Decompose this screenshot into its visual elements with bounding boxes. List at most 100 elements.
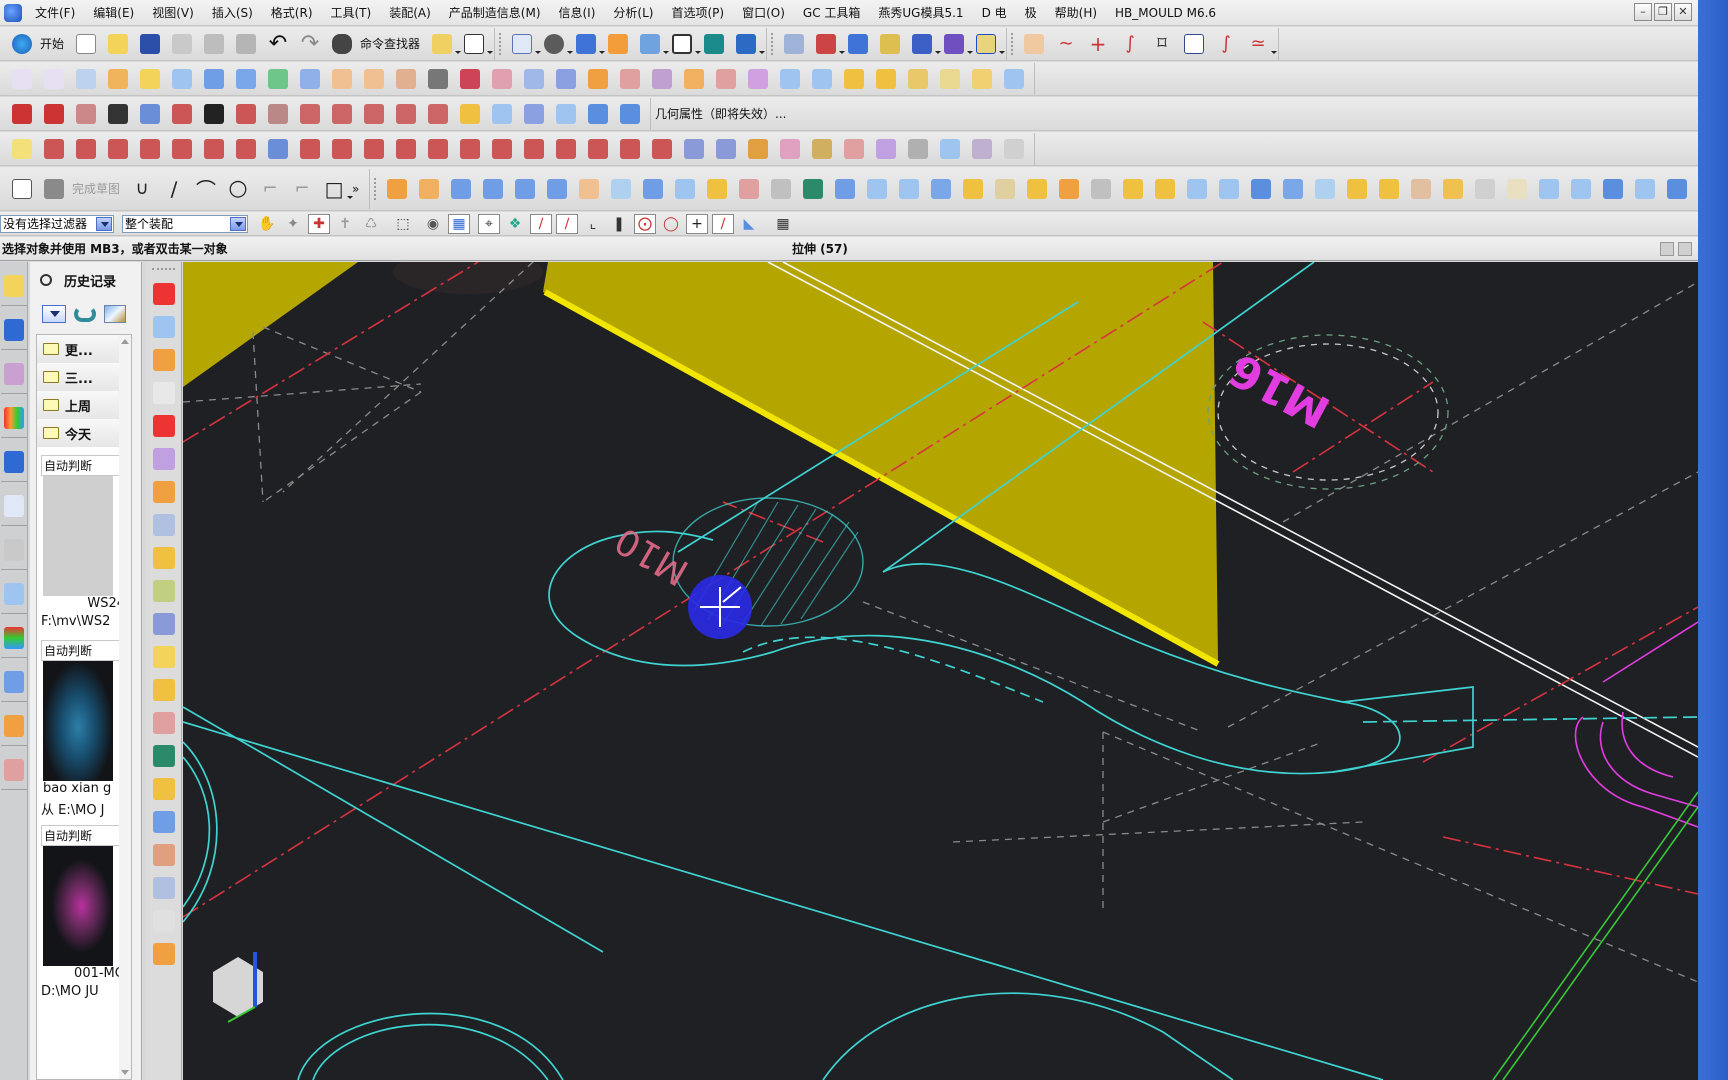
snap-button-3[interactable] xyxy=(72,135,100,163)
snap-button-29[interactable] xyxy=(904,135,932,163)
snap-toggle-icon[interactable]: ⌖ xyxy=(478,213,500,234)
edit-fillet-button[interactable]: ⌑ xyxy=(1148,30,1176,58)
surface-button-17[interactable] xyxy=(520,65,548,93)
curve-button-12[interactable] xyxy=(360,100,388,128)
endpoint-snap-icon[interactable]: ∕ xyxy=(530,213,552,234)
snap-button-7[interactable] xyxy=(200,135,228,163)
fit-view-button[interactable] xyxy=(508,30,542,58)
curve-button-13[interactable] xyxy=(392,100,420,128)
quadrant-snap-icon[interactable]: ◯ xyxy=(660,214,682,234)
history-group[interactable]: 三... xyxy=(37,363,131,391)
white-edge[interactable] xyxy=(782,262,1698,748)
snap-mode-icon[interactable]: ❖ xyxy=(504,214,526,234)
reuse-library-tab[interactable] xyxy=(1,398,27,438)
intersection-snap-icon[interactable]: ❚ xyxy=(608,214,630,234)
trim-corner-button[interactable]: + xyxy=(1084,30,1112,58)
feature-button-8[interactable] xyxy=(607,175,635,203)
point-on-curve-snap-icon[interactable]: ∕ xyxy=(712,213,734,234)
surface-button-12[interactable] xyxy=(360,65,388,93)
existing-point-snap-icon[interactable]: + xyxy=(686,213,708,234)
process-studio-tab[interactable] xyxy=(1,618,27,658)
feature-button-19[interactable] xyxy=(959,175,987,203)
section-view-button[interactable] xyxy=(700,30,728,58)
feature-button-18[interactable] xyxy=(927,175,955,203)
feature-button-23[interactable] xyxy=(1087,175,1115,203)
menu-yanxiu-mold[interactable]: 燕秀UG模具5.1 xyxy=(869,4,972,21)
curve-params-button[interactable] xyxy=(1020,30,1048,58)
feature-button-3[interactable] xyxy=(447,175,475,203)
history-group[interactable]: 更... xyxy=(37,335,131,363)
snap-button-17[interactable] xyxy=(520,135,548,163)
surface-button-2[interactable] xyxy=(40,65,68,93)
menu-format[interactable]: 格式(R) xyxy=(262,4,322,21)
curve-button-1[interactable] xyxy=(8,100,36,128)
chamfer-sketch-button[interactable]: ⌐ xyxy=(288,175,316,203)
assembly-nav-button[interactable] xyxy=(780,30,808,58)
system-materials-tab[interactable] xyxy=(1,574,27,614)
snap-button-9[interactable] xyxy=(264,135,292,163)
feature-tool-button-13[interactable] xyxy=(151,677,177,703)
snap-button-1[interactable] xyxy=(8,135,36,163)
restore-button[interactable]: ❐ xyxy=(1654,3,1672,21)
surface-button-31[interactable] xyxy=(968,65,996,93)
feature-button-35[interactable] xyxy=(1471,175,1499,203)
feature-button-38[interactable] xyxy=(1567,175,1595,203)
surface-button-29[interactable] xyxy=(904,65,932,93)
redo-button[interactable]: ↷ xyxy=(296,30,324,58)
feature-tool-button-9[interactable] xyxy=(151,545,177,571)
snap-button-12[interactable] xyxy=(360,135,388,163)
copy-button[interactable] xyxy=(200,30,228,58)
rectangle-button[interactable]: □ xyxy=(320,175,354,203)
profile-button[interactable]: ∪ xyxy=(128,175,156,203)
feature-button-29[interactable] xyxy=(1279,175,1307,203)
selection-scope-dropdown[interactable]: 整个装配 xyxy=(122,214,248,233)
snap-button-16[interactable] xyxy=(488,135,516,163)
feature-tool-button-5[interactable] xyxy=(151,413,177,439)
grid-icon[interactable]: ▦ xyxy=(772,214,794,234)
snap-button-25[interactable] xyxy=(776,135,804,163)
snap-button-14[interactable] xyxy=(424,135,452,163)
refresh-icon[interactable] xyxy=(74,306,96,322)
history-group[interactable]: 上周 xyxy=(37,391,131,419)
menu-view[interactable]: 视图(V) xyxy=(143,4,203,21)
smooth-spline-button[interactable]: ≃ xyxy=(1244,30,1278,58)
feature-button-6[interactable] xyxy=(543,175,571,203)
rectangle-select-icon[interactable]: ⬚ xyxy=(392,214,414,234)
feature-tool-button-14[interactable] xyxy=(151,710,177,736)
feature-tool-button-11[interactable] xyxy=(151,611,177,637)
menu-insert[interactable]: 插入(S) xyxy=(203,4,262,21)
surface-button-28[interactable] xyxy=(872,65,900,93)
history-entry[interactable]: 自动判断 WS24 F:\mv\WS2 xyxy=(41,455,127,632)
feature-button-14[interactable] xyxy=(799,175,827,203)
menu-help[interactable]: 帮助(H) xyxy=(1046,4,1106,21)
part-thumbnail[interactable] xyxy=(43,661,113,781)
curve-button-15[interactable] xyxy=(456,100,484,128)
part-thumbnail[interactable] xyxy=(43,476,113,596)
surface-button-11[interactable] xyxy=(328,65,356,93)
menu-ji[interactable]: 极 xyxy=(1016,4,1046,21)
feature-button-40[interactable] xyxy=(1631,175,1659,203)
feature-button-28[interactable] xyxy=(1247,175,1275,203)
curve-button-4[interactable] xyxy=(104,100,132,128)
divide-curve-button[interactable]: ∫ xyxy=(1116,30,1144,58)
surface-button-16[interactable] xyxy=(488,65,516,93)
menu-pmi[interactable]: 产品制造信息(M) xyxy=(440,4,550,21)
start-label[interactable]: 开始 xyxy=(40,35,64,52)
feature-button-21[interactable] xyxy=(1023,175,1051,203)
deselect-icon[interactable]: ♺ xyxy=(360,214,382,234)
curve-button-19[interactable] xyxy=(584,100,612,128)
surface-button-18[interactable] xyxy=(552,65,580,93)
yellow-solid-face-left[interactable] xyxy=(183,262,358,387)
status-expand-button[interactable] xyxy=(1678,241,1692,256)
feature-tool-button-21[interactable] xyxy=(151,941,177,967)
feature-button-22[interactable] xyxy=(1055,175,1083,203)
minimize-button[interactable]: – xyxy=(1634,3,1652,21)
surface-button-32[interactable] xyxy=(1000,65,1028,93)
feature-button-26[interactable] xyxy=(1183,175,1211,203)
history-entry[interactable]: 自动判断 001-MO D:\MO JU xyxy=(41,825,127,1002)
start-button[interactable] xyxy=(8,30,36,58)
status-toggle-button[interactable] xyxy=(1660,241,1674,256)
curve-button-11[interactable] xyxy=(328,100,356,128)
feature-button-20[interactable] xyxy=(991,175,1019,203)
midpoint-snap-icon[interactable]: ∕ xyxy=(556,213,578,234)
